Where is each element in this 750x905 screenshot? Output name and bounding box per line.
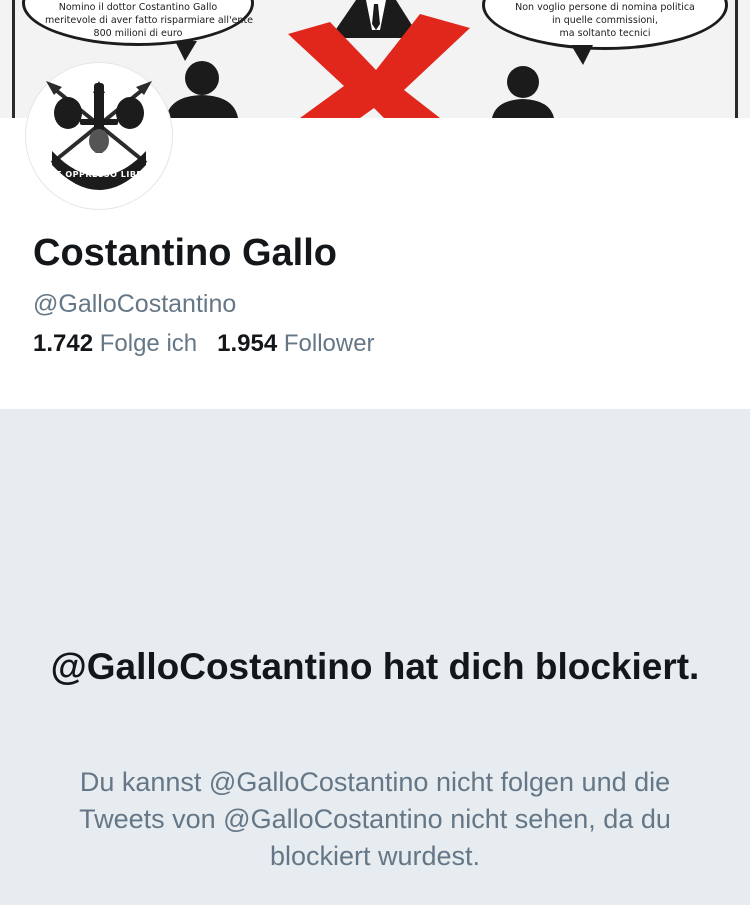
avatar[interactable]: DE OPPRESSO LIBER	[26, 63, 172, 209]
bubble-right-line-2: in quelle commissioni,	[552, 15, 658, 26]
bubble-left-line-2: meritevole di aver fatto risparmiare all…	[45, 15, 254, 26]
blocked-notice-panel: @GalloCostantino hat dich blockiert. Du …	[0, 409, 750, 905]
following-count: 1.742	[33, 330, 94, 357]
profile-name: Costantino Gallo	[33, 232, 337, 274]
speech-bubble-left: Nomino il dottor Costantino Gallo merite…	[22, 0, 254, 61]
bubble-left-line-3: 800 milioni di euro	[93, 28, 183, 39]
following-stat[interactable]: 1.742 Folge ich	[33, 330, 197, 357]
bubble-right-line-3: ma soltanto tecnici	[559, 28, 651, 39]
bubble-right-line-1: Non voglio persone di nomina politica	[515, 2, 695, 13]
bubble-right-tail	[571, 45, 593, 65]
followers-count: 1.954	[217, 330, 278, 357]
profile-stats: 1.742 Folge ich 1.954 Follower	[33, 330, 375, 358]
blocked-title: @GalloCostantino hat dich blockiert.	[50, 646, 700, 687]
crest-motto: DE OPPRESSO LIBER	[49, 170, 149, 179]
followers-stat[interactable]: 1.954 Follower	[217, 330, 374, 357]
profile-handle: @GalloCostantino	[33, 290, 237, 318]
special-forces-crest-icon: DE OPPRESSO LIBER	[46, 81, 152, 190]
followers-label: Follower	[283, 330, 375, 357]
bubble-left-line-1: Nomino il dottor Costantino Gallo	[58, 2, 218, 13]
following-label: Folge ich	[99, 330, 198, 357]
bubble-left-tail	[175, 41, 197, 61]
blocked-message: Du kannst @GalloCostantino nicht folgen …	[79, 767, 671, 871]
